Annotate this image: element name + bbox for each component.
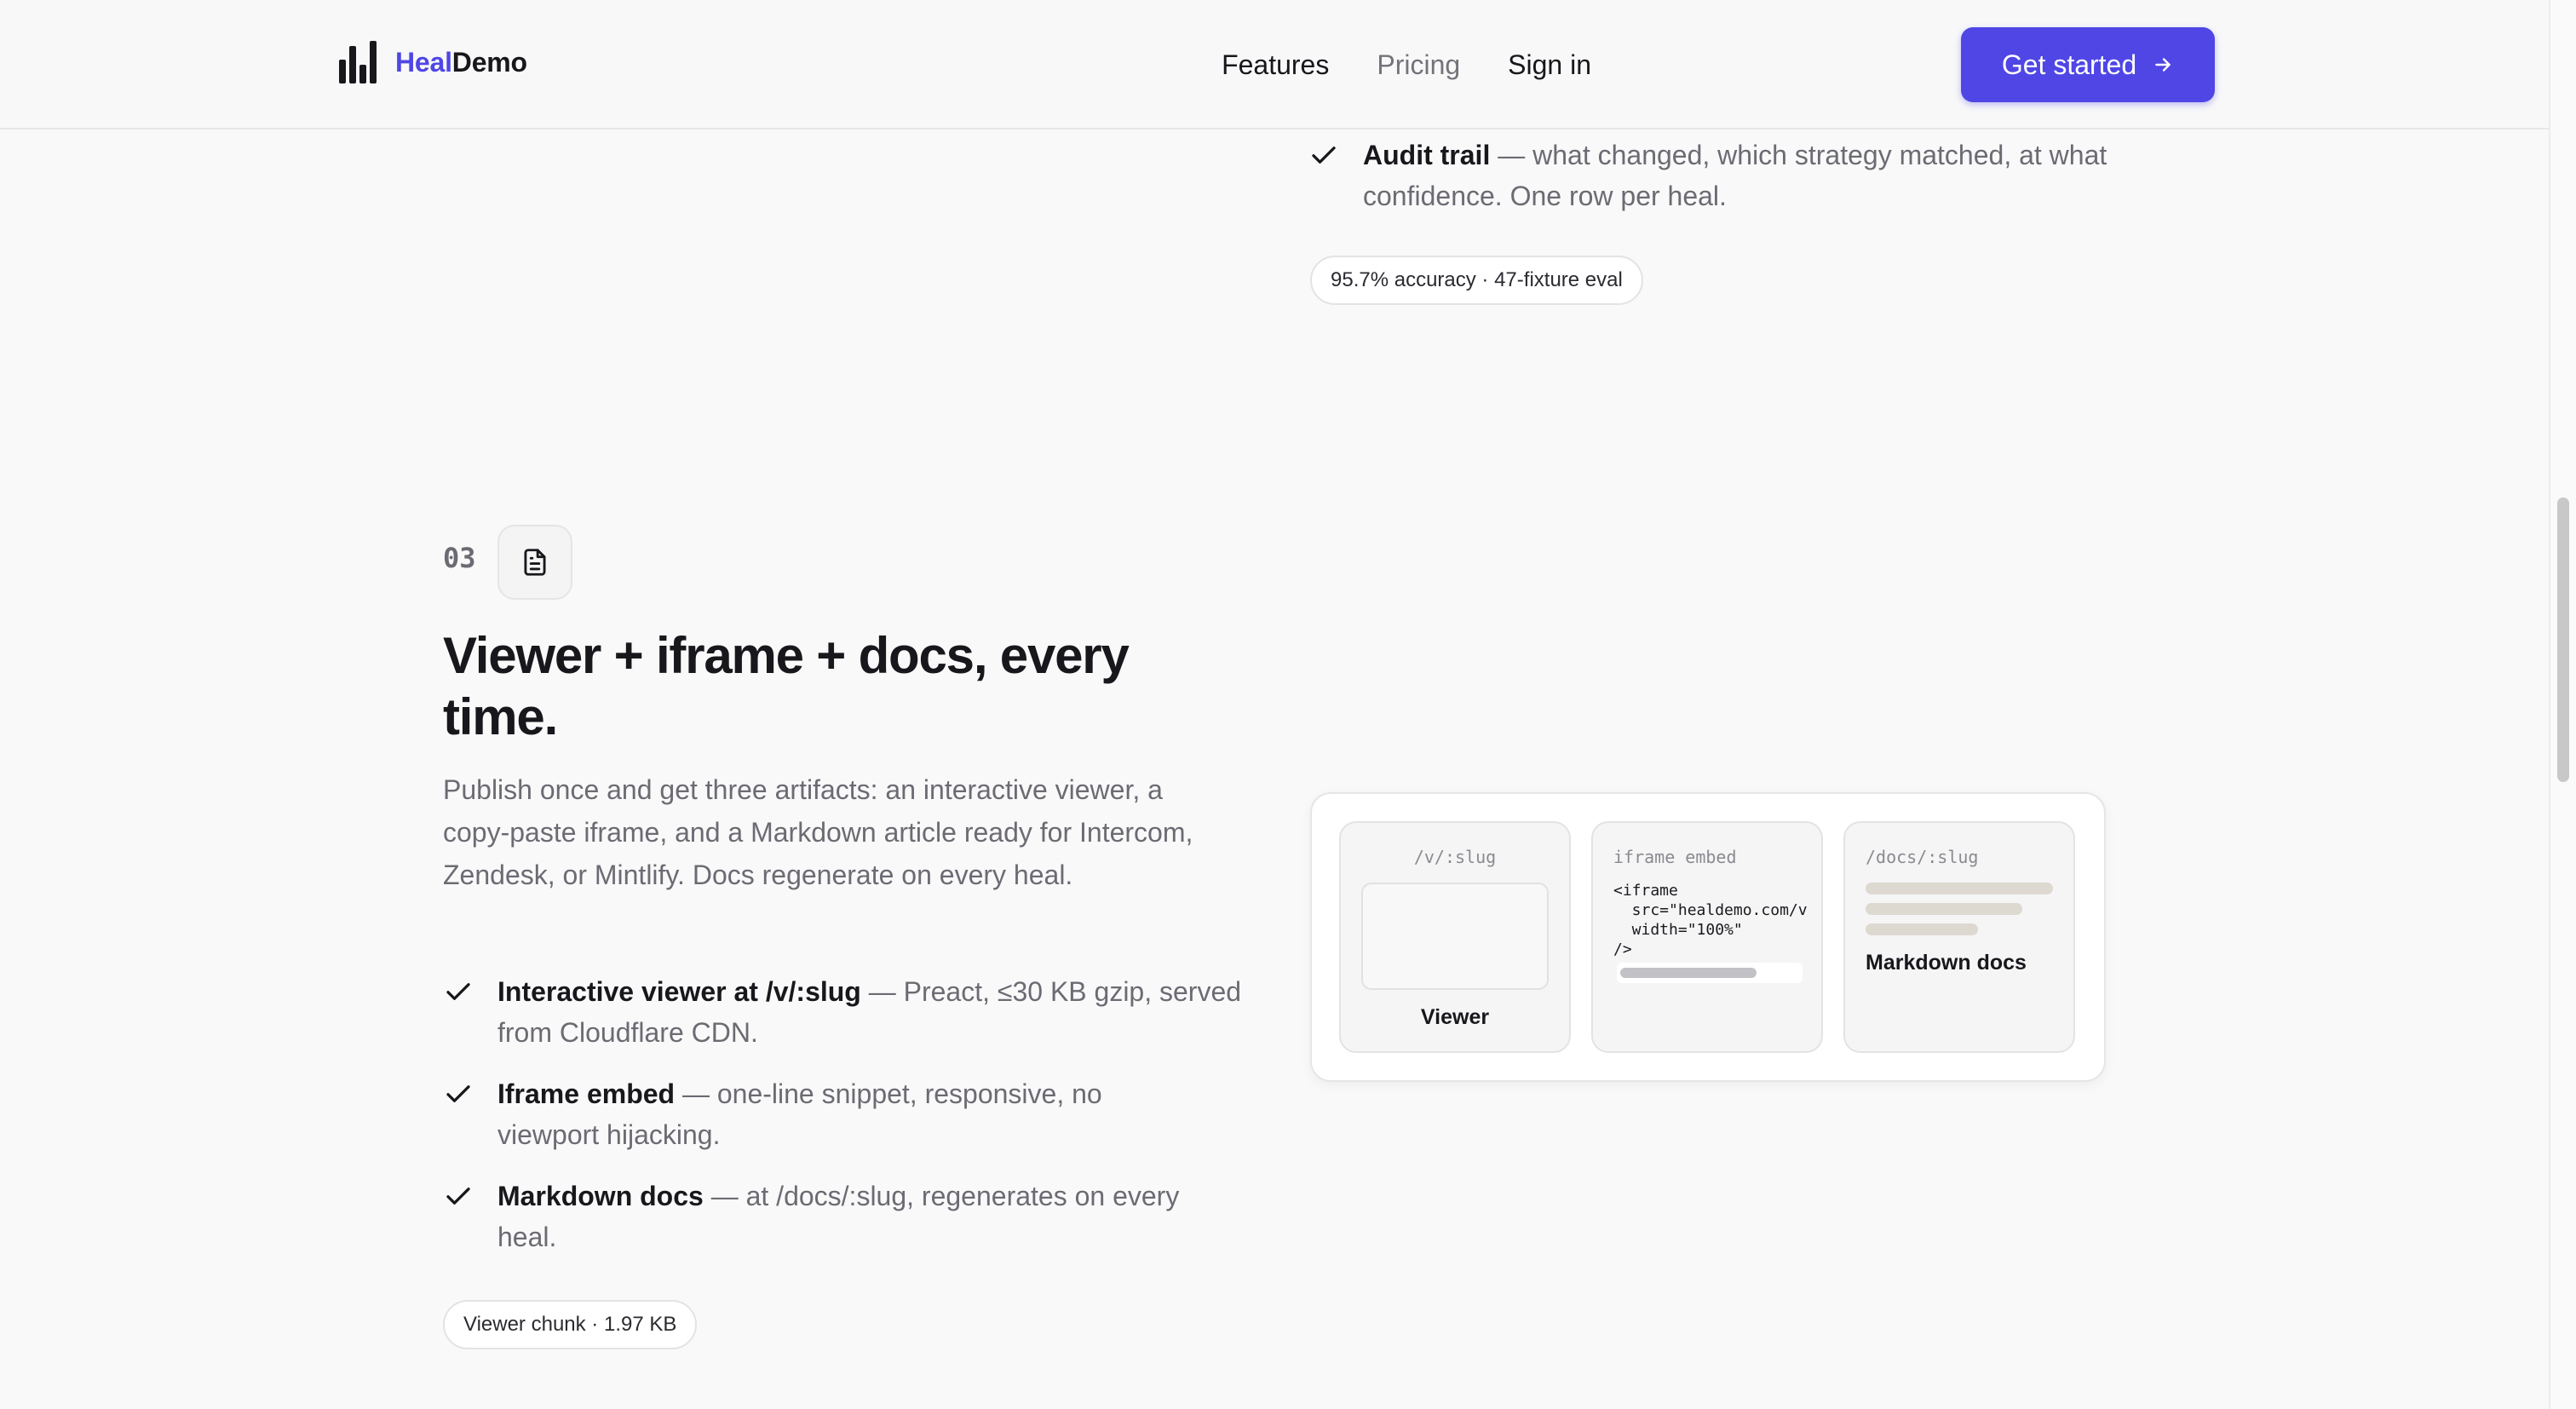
nav-features[interactable]: Features <box>1222 49 1329 81</box>
brand-name: HealDemo <box>395 47 527 78</box>
feature-audit-trail: Audit trail — what changed, which strate… <box>1308 135 2109 216</box>
viewer-tile: /v/:slug Viewer <box>1339 821 1571 1053</box>
doc-line <box>1866 883 2053 894</box>
nav-sign-in[interactable]: Sign in <box>1508 49 1591 81</box>
accuracy-badge: 95.7% accuracy · 47-fixture eval <box>1310 256 1643 305</box>
viewer-chunk-badge: Viewer chunk · 1.97 KB <box>443 1300 698 1349</box>
site-header: HealDemo Features Pricing Sign in Get st… <box>0 0 2549 129</box>
viewer-path: /v/:slug <box>1413 847 1497 867</box>
section-number: 03 <box>443 542 476 574</box>
feature-title: Iframe embed <box>497 1078 676 1109</box>
feature-text: Interactive viewer at /v/:slug — Preact,… <box>497 971 1244 1053</box>
docs-label: Markdown docs <box>1866 951 2027 975</box>
brand-name-accent: Heal <box>395 46 452 78</box>
arrow-right-icon <box>2155 58 2171 72</box>
doc-line <box>1866 903 2022 915</box>
feature-title: Audit trail <box>1363 140 1491 170</box>
check-icon <box>443 1176 477 1216</box>
iframe-preview-bar <box>1620 968 1757 978</box>
brand-name-rest: Demo <box>451 46 527 78</box>
main-nav: Features Pricing Sign in <box>1174 0 1591 129</box>
viewer-preview <box>1361 883 1549 990</box>
logo-bars-icon <box>337 41 378 83</box>
feature-text: Markdown docs — at /docs/:slug, regenera… <box>497 1176 1244 1257</box>
brand-logo[interactable]: HealDemo <box>337 39 527 85</box>
docs-path: /docs/:slug <box>1866 847 1979 867</box>
iframe-preview-strip <box>1617 963 1803 983</box>
feature-text: Iframe embed — one-line snippet, respons… <box>497 1073 1210 1155</box>
section-lede: Publish once and get three artifacts: an… <box>443 774 1193 890</box>
feature-iframe-embed: Iframe embed — one-line snippet, respons… <box>443 1073 1210 1155</box>
viewer-label: Viewer <box>1420 1005 1490 1029</box>
feature-text: Audit trail — what changed, which strate… <box>1363 135 2109 216</box>
iframe-code-snippet: <iframe src="healdemo.com/v width="100%"… <box>1613 882 1808 958</box>
get-started-label: Get started <box>2001 49 2137 80</box>
feature-interactive-viewer: Interactive viewer at /v/:slug — Preact,… <box>443 971 1244 1053</box>
check-icon <box>443 971 477 1012</box>
iframe-path: iframe embed <box>1613 847 1737 867</box>
document-icon <box>524 549 546 576</box>
get-started-button[interactable]: Get started <box>1961 27 2215 102</box>
scrollbar-thumb[interactable] <box>2557 497 2569 782</box>
feature-title: Markdown docs <box>497 1181 704 1211</box>
check-icon <box>1308 135 1343 175</box>
section-title: Viewer + iframe + docs, every time. <box>443 627 1130 745</box>
feature-title: Interactive viewer at /v/:slug <box>497 976 861 1007</box>
check-icon <box>443 1073 477 1114</box>
artifacts-preview-card: /v/:slug Viewer iframe embed <iframe src… <box>1310 792 2106 1082</box>
doc-line <box>1866 923 1978 935</box>
iframe-tile: iframe embed <iframe src="healdemo.com/v… <box>1591 821 1823 1053</box>
section-icon <box>497 525 572 600</box>
docs-tile: /docs/:slug Markdown docs <box>1843 821 2075 1053</box>
feature-markdown-docs: Markdown docs — at /docs/:slug, regenera… <box>443 1176 1244 1257</box>
nav-pricing[interactable]: Pricing <box>1377 49 1460 81</box>
page-scrollbar[interactable] <box>2549 0 2576 1409</box>
